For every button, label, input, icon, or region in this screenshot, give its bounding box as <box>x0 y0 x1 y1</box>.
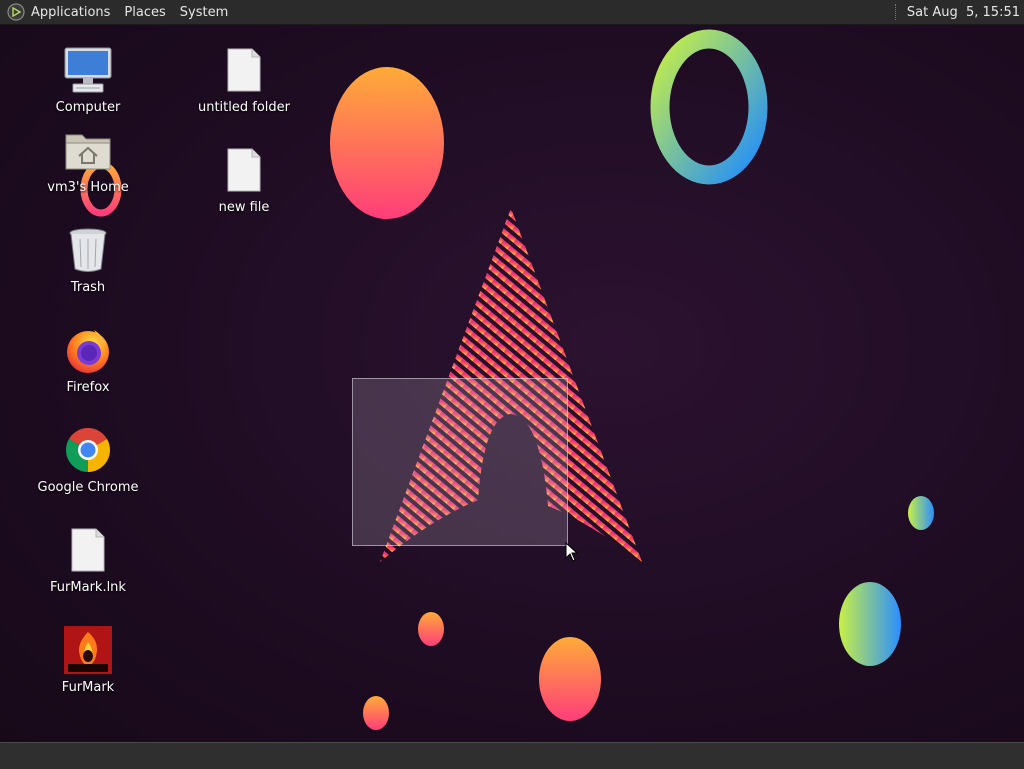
menu-applications[interactable]: Applications <box>31 5 110 20</box>
desktop-icon-label: Computer <box>55 100 121 115</box>
desktop-icon-label: FurMark <box>61 680 115 695</box>
mouse-cursor-icon <box>565 542 579 562</box>
desktop-icon-label: new file <box>218 200 270 215</box>
firefox-icon <box>62 324 114 376</box>
panel-separator <box>894 4 899 20</box>
desktop-icon-chrome[interactable]: Google Chrome <box>38 424 138 502</box>
desktop-icon-computer[interactable]: Computer <box>38 44 138 122</box>
desktop-icon-furmark-lnk[interactable]: FurMark.lnk <box>38 524 138 602</box>
desktop-icon-untitled-folder[interactable]: untitled folder <box>194 44 294 122</box>
desktop-icon-label: FurMark.lnk <box>50 580 126 595</box>
file-icon <box>218 44 270 96</box>
wallpaper-bubble <box>539 637 601 721</box>
wallpaper-bubble <box>839 582 901 666</box>
file-icon <box>62 524 114 576</box>
wallpaper-ring <box>650 29 768 185</box>
wallpaper-bubble <box>418 612 444 646</box>
wallpaper-bubble <box>330 67 444 219</box>
wallpaper-bubble <box>908 496 934 530</box>
file-icon <box>218 144 270 196</box>
desktop-icon-label: Google Chrome <box>37 480 139 495</box>
desktop-icon-label: Trash <box>70 280 106 295</box>
desktop-icon-home[interactable]: vm3's Home <box>38 124 138 202</box>
top-panel: Applications Places System Sat Aug 5, 15… <box>0 0 1024 25</box>
menu-places[interactable]: Places <box>124 5 165 20</box>
desktop-icon-label: vm3's Home <box>47 180 129 195</box>
desktop-icon-firefox[interactable]: Firefox <box>38 324 138 402</box>
desktop-icon-furmark[interactable]: FurMark <box>38 624 138 702</box>
trash-icon <box>62 224 114 276</box>
desktop-icon-trash[interactable]: Trash <box>38 224 138 302</box>
desktop-icon-label: Firefox <box>66 380 110 395</box>
desktop-icon-new-file[interactable]: new file <box>194 144 294 222</box>
wallpaper-bubble <box>363 696 389 730</box>
computer-icon <box>62 44 114 96</box>
distro-logo-icon[interactable] <box>7 3 25 21</box>
bottom-panel <box>0 742 1024 769</box>
furmark-icon <box>62 624 114 676</box>
chrome-icon <box>62 424 114 476</box>
home-folder-icon <box>62 124 114 176</box>
panel-clock[interactable]: Sat Aug 5, 15:51 <box>907 5 1020 20</box>
menu-system[interactable]: System <box>180 5 228 20</box>
panel-right-area: Sat Aug 5, 15:51 <box>894 0 1020 24</box>
rubber-band-selection <box>352 378 568 546</box>
desktop-icon-label: untitled folder <box>197 100 290 115</box>
